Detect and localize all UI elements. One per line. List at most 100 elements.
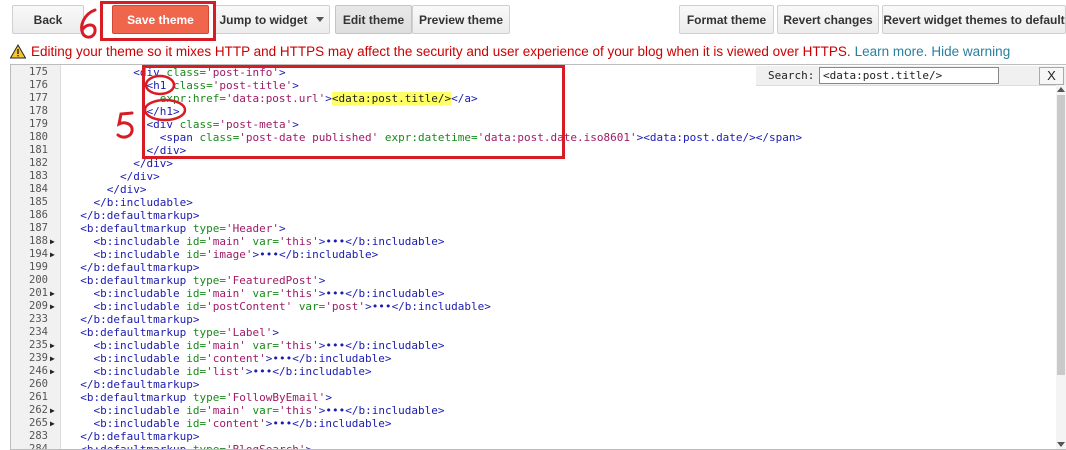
code-line[interactable]: 177 expr:href='data:post.url'><data:post… [11, 92, 1066, 105]
code-token: </div> [133, 157, 173, 170]
code-token: id= [186, 287, 207, 300]
revert-widget-themes-button[interactable]: Revert widget themes to default [882, 5, 1066, 34]
code-token: <b:includable [93, 339, 187, 352]
search-label: Search: [768, 69, 815, 82]
code-line[interactable]: 180 <span class='post-date published' ex… [11, 131, 1066, 144]
code-line[interactable]: 185 </b:includable> [11, 196, 1066, 209]
code-line[interactable]: 239 ▶ <b:includable id='content'>•••</b:i… [11, 352, 1066, 365]
fold-arrow-icon[interactable]: ▶ [50, 339, 55, 352]
fold-arrow-icon[interactable]: ▶ [50, 287, 55, 300]
code-token: > [325, 92, 332, 105]
fold-arrow-icon[interactable]: ▶ [50, 404, 55, 417]
code-token: </b:includable> [292, 417, 392, 430]
code-token: type= [192, 326, 226, 339]
code-line[interactable]: 283 </b:defaultmarkup> [11, 430, 1066, 443]
scroll-up-arrow-icon[interactable] [1057, 87, 1065, 92]
line-number: 199 [29, 261, 48, 273]
code-line[interactable]: 262 ▶ <b:includable id='main' var='this'>… [11, 404, 1066, 417]
code-token: </h1> [146, 105, 180, 118]
fold-arrow-icon[interactable]: ▶ [50, 417, 55, 430]
code-text: <b:includable id='main' var='this'>•••</… [67, 339, 445, 352]
code-token: id= [186, 417, 207, 430]
code-line[interactable]: 178 </h1> [11, 105, 1066, 118]
code-line[interactable]: 199 </b:defaultmarkup> [11, 261, 1066, 274]
code-line[interactable]: 234 <b:defaultmarkup type='Label'> [11, 326, 1066, 339]
code-line[interactable]: 201 ▶ <b:includable id='main' var='this'>… [11, 287, 1066, 300]
code-line[interactable]: 183 </div> [11, 170, 1066, 183]
fold-arrow-icon[interactable]: ▶ [50, 235, 55, 248]
code-line[interactable]: 246 ▶ <b:includable id='list'>•••</b:incl… [11, 365, 1066, 378]
code-token: var= [252, 404, 279, 417]
tab-edit-theme[interactable]: Edit theme [335, 5, 412, 34]
code-token: 'main' [206, 287, 253, 300]
code-line[interactable]: 265 ▶ <b:includable id='content'>•••</b:i… [11, 417, 1066, 430]
code-token: > [292, 79, 299, 92]
code-token: id= [186, 352, 207, 365]
line-number: 179 [29, 118, 48, 130]
vertical-scrollbar[interactable] [1056, 85, 1066, 449]
line-number: 239 [29, 352, 48, 364]
code-token: var= [252, 339, 279, 352]
code-line[interactable]: 200 <b:defaultmarkup type='FeaturedPost'… [11, 274, 1066, 287]
close-search-button[interactable]: X [1039, 67, 1064, 85]
code-line[interactable]: 284 <b:defaultmarkup type='BlogSearch'> [11, 443, 1066, 450]
code-token: <b:includable [93, 404, 187, 417]
code-token: var= [252, 287, 279, 300]
code-line[interactable]: 182 </div> [11, 157, 1066, 170]
line-number: 194 [29, 248, 48, 260]
code-line[interactable]: 233 </b:defaultmarkup> [11, 313, 1066, 326]
line-number: 209 [29, 300, 48, 312]
fold-arrow-icon[interactable]: ▶ [50, 248, 55, 261]
code-line[interactable]: 235 ▶ <b:includable id='main' var='this'>… [11, 339, 1066, 352]
code-editor[interactable]: 175 <div class='post-info'> 176 <h1 class… [10, 64, 1066, 450]
code-token: 'post-title' [212, 79, 293, 92]
code-line[interactable]: 188 ▶ <b:includable id='main' var='this'>… [11, 235, 1066, 248]
chevron-down-icon [315, 17, 324, 22]
code-line[interactable]: 209 ▶ <b:includable id='postContent' var=… [11, 300, 1066, 313]
line-number: 265 [29, 417, 48, 429]
scroll-down-arrow-icon[interactable] [1057, 442, 1065, 447]
search-input[interactable]: <data:post.title/> [819, 67, 999, 84]
code-line[interactable]: 260 </b:defaultmarkup> [11, 378, 1066, 391]
revert-changes-button[interactable]: Revert changes [777, 5, 879, 34]
code-text: </div> [67, 144, 186, 157]
code-token: class= [166, 66, 207, 79]
tab-preview-theme[interactable]: Preview theme [412, 5, 510, 34]
code-line[interactable]: 187 <b:defaultmarkup type='Header'> [11, 222, 1066, 235]
editor-toolbar: Back Save theme Jump to widget Edit them… [0, 0, 1066, 42]
scrollbar-thumb[interactable] [1057, 95, 1065, 375]
code-text: </div> [67, 157, 173, 170]
learn-more-link[interactable]: Learn more. [855, 44, 928, 59]
format-theme-button[interactable]: Format theme [679, 5, 774, 34]
code-token: </div> [106, 183, 147, 196]
code-token: <b:includable [93, 300, 187, 313]
code-line[interactable]: 179 <div class='post-meta'> [11, 118, 1066, 131]
code-token: ••• [371, 300, 392, 313]
back-button[interactable]: Back [12, 5, 84, 34]
jump-to-widget-dropdown[interactable]: Jump to widget [213, 5, 330, 34]
code-token: </b:includable> [345, 404, 445, 417]
code-token: type= [192, 443, 226, 450]
code-line[interactable]: 261 <b:defaultmarkup type='FollowByEmail… [11, 391, 1066, 404]
save-theme-button[interactable]: Save theme [112, 5, 209, 34]
code-token: var= [252, 235, 279, 248]
code-line[interactable]: 194 ▶ <b:includable id='image'>•••</b:inc… [11, 248, 1066, 261]
code-line[interactable]: 186 </b:defaultmarkup> [11, 209, 1066, 222]
hide-warning-link[interactable]: Hide warning [931, 44, 1010, 59]
code-token: 'postContent' [206, 300, 299, 313]
code-line[interactable]: 181 </div> [11, 144, 1066, 157]
fold-arrow-icon[interactable]: ▶ [50, 300, 55, 313]
code-token: id= [186, 248, 207, 261]
code-line[interactable]: 184 </div> [11, 183, 1066, 196]
line-number: 187 [29, 222, 48, 234]
code-token: </b:includable> [345, 339, 445, 352]
fold-arrow-icon[interactable]: ▶ [50, 365, 55, 378]
fold-arrow-icon[interactable]: ▶ [50, 352, 55, 365]
code-token: 'image' [206, 248, 253, 261]
code-token: </b:defaultmarkup> [80, 430, 200, 443]
code-token: <div [133, 66, 167, 79]
